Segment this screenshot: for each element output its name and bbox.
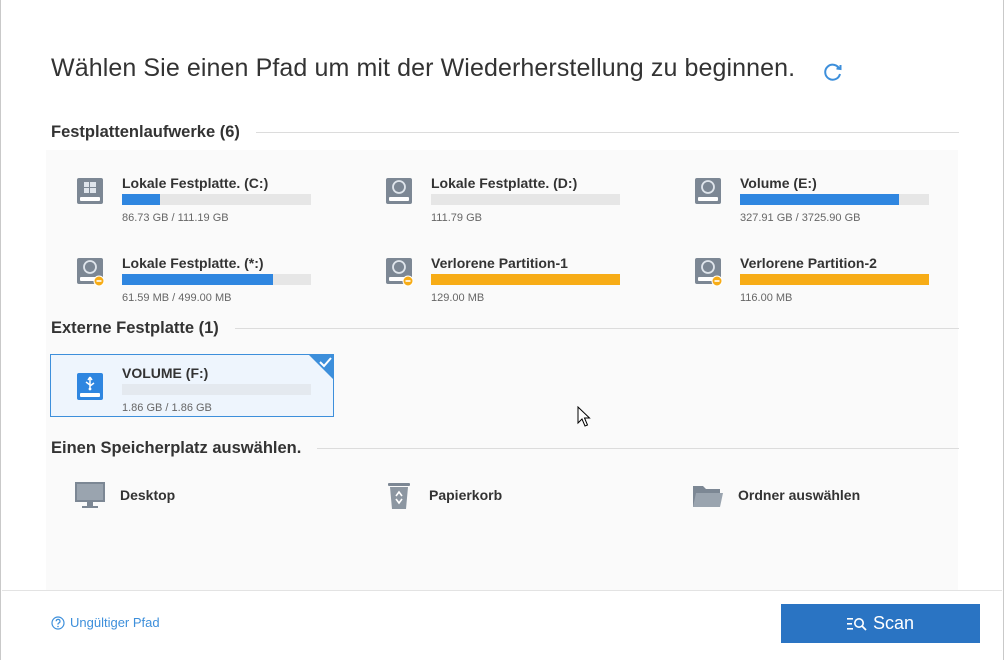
- hard-drive-warning-icon: [695, 258, 723, 287]
- refresh-icon[interactable]: [822, 61, 844, 83]
- page-title: Wählen Sie einen Pfad um mit der Wiederh…: [51, 54, 796, 82]
- drive-usage-bar: [122, 384, 311, 395]
- drive-size: 111.79 GB: [431, 212, 482, 224]
- hard-drive-icon: [386, 178, 412, 204]
- section-title: Einen Speicherplatz auswählen.: [51, 438, 302, 457]
- drive-item-unknown[interactable]: Lokale Festplatte. (*:) 61.59 MB / 499.0…: [51, 242, 321, 304]
- drive-name: Verlorene Partition-1: [431, 255, 568, 271]
- drive-name: Verlorene Partition-2: [740, 255, 877, 271]
- drive-name: VOLUME (F:): [122, 365, 209, 381]
- hard-drive-warning-icon: [77, 258, 105, 287]
- drive-name: Volume (E:): [740, 175, 817, 191]
- scan-icon: [846, 617, 867, 631]
- drive-usage-fill: [122, 274, 274, 285]
- drive-usage-bar: [431, 194, 620, 205]
- recycle-bin-icon: [388, 483, 410, 509]
- windows-drive-icon: [77, 178, 103, 204]
- section-hard-drives: Festplattenlaufwerke (6): [51, 121, 959, 143]
- drive-usage-bar: [122, 274, 311, 285]
- location-choose-folder[interactable]: Ordner auswählen: [692, 478, 860, 512]
- help-link-text: Ungültiger Pfad: [70, 615, 160, 630]
- divider: [255, 131, 959, 133]
- section-locations: Einen Speicherplatz auswählen.: [51, 437, 959, 459]
- drive-item-c[interactable]: Lokale Festplatte. (C:) 86.73 GB / 111.1…: [51, 162, 321, 224]
- drive-item-lost-partition-1[interactable]: Verlorene Partition-1 129.00 MB: [360, 242, 630, 304]
- drive-usage-bar: [740, 274, 929, 285]
- drive-usage-bar: [122, 194, 311, 205]
- section-external: Externe Festplatte (1): [51, 317, 959, 339]
- divider: [317, 447, 959, 449]
- footer-divider: [2, 590, 1002, 591]
- drive-usage-fill: [740, 194, 899, 205]
- usb-drive-icon: [77, 373, 103, 400]
- hard-drive-icon: [695, 178, 721, 204]
- section-title: Externe Festplatte (1): [51, 318, 219, 337]
- drive-name: Lokale Festplatte. (D:): [431, 175, 578, 191]
- location-label: Ordner auswählen: [738, 487, 861, 503]
- drive-size: 61.59 MB / 499.00 MB: [122, 292, 232, 304]
- drive-name: Lokale Festplatte. (*:): [122, 255, 264, 271]
- drive-usage-fill: [431, 274, 620, 285]
- drive-item-d[interactable]: Lokale Festplatte. (D:) 111.79 GB: [360, 162, 630, 224]
- scan-button[interactable]: Scan: [781, 604, 980, 643]
- checkmark-icon: [308, 354, 334, 380]
- location-label: Papierkorb: [429, 487, 503, 503]
- folder-icon: [693, 486, 723, 507]
- divider: [234, 327, 959, 329]
- drive-item-f-selected[interactable]: VOLUME (F:) 1.86 GB / 1.86 GB: [50, 354, 334, 417]
- drive-usage-fill: [122, 194, 160, 205]
- hard-drive-warning-icon: [386, 258, 414, 287]
- drive-size: 129.00 MB: [431, 292, 485, 304]
- drive-size: 116.00 MB: [740, 292, 793, 304]
- drive-name: Lokale Festplatte. (C:): [122, 175, 269, 191]
- monitor-icon: [75, 482, 105, 508]
- drive-size: 327.91 GB / 3725.90 GB: [740, 212, 861, 224]
- drive-usage-bar: [431, 274, 620, 285]
- location-label: Desktop: [120, 487, 176, 503]
- drive-size: 86.73 GB / 111.19 GB: [122, 212, 229, 224]
- section-title: Festplattenlaufwerke (6): [51, 122, 240, 141]
- help-icon: [51, 615, 65, 630]
- drive-usage-fill: [740, 274, 929, 285]
- drive-item-e[interactable]: Volume (E:) 327.91 GB / 3725.90 GB: [669, 162, 939, 224]
- drive-item-lost-partition-2[interactable]: Verlorene Partition-2 116.00 MB: [669, 242, 939, 304]
- mouse-cursor-icon: [577, 406, 591, 427]
- location-desktop[interactable]: Desktop: [74, 478, 175, 512]
- drive-usage-bar: [740, 194, 929, 205]
- invalid-path-link[interactable]: Ungültiger Pfad: [51, 615, 160, 630]
- scan-button-label: Scan: [872, 613, 915, 633]
- location-recycle-bin[interactable]: Papierkorb: [383, 478, 502, 512]
- drive-size: 1.86 GB / 1.86 GB: [122, 402, 212, 414]
